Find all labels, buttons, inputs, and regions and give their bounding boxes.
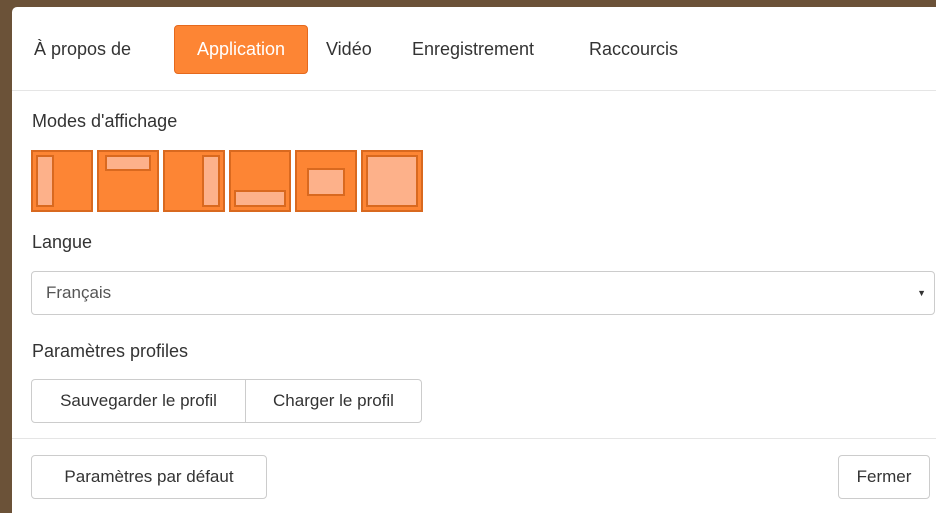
mode-top-button[interactable] — [97, 150, 159, 212]
modal-footer: Paramètres par défaut Fermer — [12, 438, 936, 513]
right-panel-icon — [202, 155, 220, 207]
settings-modal: À propos de Application Vidéo Enregistre… — [12, 7, 936, 513]
mode-center-button[interactable] — [295, 150, 357, 212]
save-profile-button[interactable]: Sauvegarder le profil — [31, 379, 246, 423]
load-profile-button[interactable]: Charger le profil — [246, 379, 422, 423]
close-button[interactable]: Fermer — [838, 455, 930, 499]
bottom-panel-icon — [234, 190, 286, 207]
top-panel-icon — [105, 155, 151, 171]
tab-video[interactable]: Vidéo — [326, 25, 372, 74]
fullscreen-panel-icon — [366, 155, 418, 207]
mode-right-button[interactable] — [163, 150, 225, 212]
tab-bar: À propos de Application Vidéo Enregistre… — [12, 7, 936, 91]
default-settings-button[interactable]: Paramètres par défaut — [31, 455, 267, 499]
left-panel-icon — [36, 155, 54, 207]
mode-left-button[interactable] — [31, 150, 93, 212]
mode-fullscreen-button[interactable] — [361, 150, 423, 212]
language-label: Langue — [32, 232, 93, 252]
tab-shortcuts[interactable]: Raccourcis — [589, 25, 678, 74]
profiles-label: Paramètres profiles — [32, 341, 189, 361]
tab-recording[interactable]: Enregistrement — [412, 25, 534, 74]
language-select-value: Français — [46, 283, 112, 302]
display-modes-label: Modes d'affichage — [32, 111, 178, 131]
tab-application[interactable]: Application — [174, 25, 308, 74]
center-panel-icon — [307, 168, 345, 196]
mode-bottom-button[interactable] — [229, 150, 291, 212]
tab-about[interactable]: À propos de — [34, 25, 131, 74]
caret-down-icon: ▼ — [917, 288, 926, 298]
language-select[interactable]: Français ▼ — [31, 271, 935, 315]
